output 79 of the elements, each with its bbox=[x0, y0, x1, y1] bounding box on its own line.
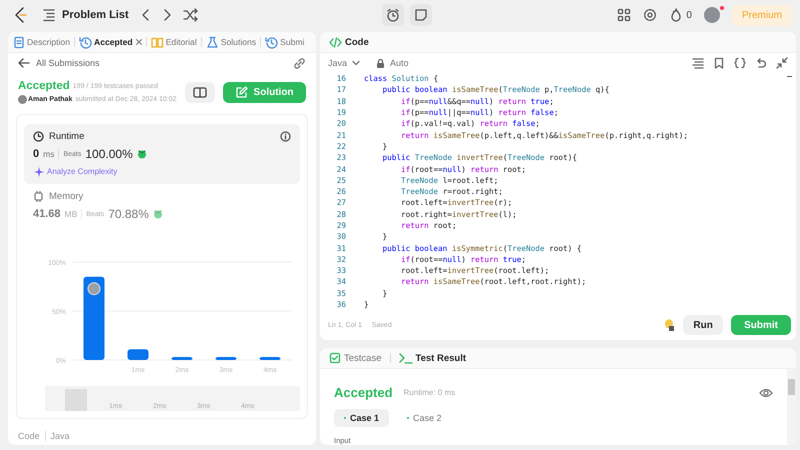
tab[interactable]: Testcase bbox=[327, 350, 384, 366]
chevron-down-icon bbox=[351, 58, 362, 68]
metric-unit: ms bbox=[43, 149, 54, 159]
flask-icon bbox=[206, 36, 219, 48]
avatar bbox=[88, 282, 100, 296]
medal-icon bbox=[152, 209, 163, 219]
avatar bbox=[18, 95, 27, 104]
tab[interactable]: Solutions bbox=[204, 34, 258, 50]
bookmark-icon[interactable] bbox=[713, 57, 725, 69]
scrollbar[interactable] bbox=[787, 369, 796, 445]
medal-icon bbox=[136, 149, 147, 159]
arrow-left-icon bbox=[18, 57, 30, 69]
tab[interactable]: Description bbox=[12, 34, 71, 50]
auto-mode-button[interactable]: Auto bbox=[375, 58, 409, 68]
metric-title: Runtime bbox=[49, 131, 84, 142]
history-icon bbox=[79, 36, 92, 48]
solution-button[interactable]: Solution bbox=[222, 82, 306, 102]
beats-value: 70.88% bbox=[108, 207, 149, 221]
link-icon[interactable] bbox=[293, 56, 306, 70]
book-button[interactable] bbox=[184, 82, 215, 102]
book-icon bbox=[150, 36, 164, 48]
metric-value: 41.68 bbox=[33, 208, 61, 220]
lock-icon bbox=[375, 58, 386, 68]
code-icon bbox=[329, 36, 342, 48]
case-tab[interactable]: Case 2 bbox=[397, 409, 452, 427]
book-icon bbox=[192, 86, 207, 98]
status-text: Accepted bbox=[334, 385, 393, 400]
clock-icon bbox=[33, 131, 44, 142]
problem-list-button[interactable]: Problem List bbox=[42, 7, 129, 23]
edit-icon bbox=[234, 86, 248, 98]
submit-button[interactable]: Submit bbox=[731, 315, 791, 336]
metric-unit: MB bbox=[64, 209, 78, 219]
braces-icon[interactable] bbox=[734, 57, 746, 69]
document-icon bbox=[13, 36, 25, 48]
tab[interactable]: Code bbox=[327, 34, 371, 50]
settings-icon[interactable] bbox=[643, 8, 658, 22]
history-icon bbox=[265, 36, 278, 48]
alarm-clock-icon bbox=[386, 8, 400, 22]
runtime-text: Runtime: 0 ms bbox=[404, 388, 456, 397]
avatar[interactable] bbox=[704, 7, 720, 23]
sparkle-icon bbox=[33, 166, 44, 177]
analyze-complexity-link[interactable]: Analyze Complexity bbox=[33, 166, 291, 177]
info-icon[interactable] bbox=[280, 131, 291, 142]
bar[interactable] bbox=[216, 357, 236, 360]
note-icon bbox=[414, 8, 428, 22]
tab[interactable]: Submi bbox=[264, 34, 306, 50]
list-icon bbox=[42, 7, 56, 23]
collapse-icon[interactable] bbox=[776, 57, 788, 69]
streak-count: 0 bbox=[686, 10, 692, 20]
run-button[interactable]: Run bbox=[683, 315, 724, 336]
eye-icon[interactable] bbox=[759, 386, 773, 398]
lightbulb-icon[interactable] bbox=[663, 319, 676, 332]
language-label: Java bbox=[50, 431, 70, 441]
language-dropdown[interactable]: Java bbox=[328, 58, 362, 68]
tab[interactable]: Accepted bbox=[78, 34, 134, 50]
alarm-clock-button[interactable] bbox=[382, 4, 404, 26]
format-icon[interactable] bbox=[692, 57, 704, 69]
grid-icon[interactable] bbox=[617, 8, 632, 22]
bar[interactable] bbox=[128, 349, 148, 360]
bar[interactable] bbox=[84, 276, 104, 360]
status-text: Accepted bbox=[18, 80, 70, 92]
beats-value: 100.00% bbox=[85, 147, 133, 161]
case-tab[interactable]: Case 1 bbox=[334, 409, 390, 427]
terminal-icon bbox=[398, 352, 412, 364]
tab[interactable]: Editorial bbox=[150, 34, 198, 50]
metric-value: 0 bbox=[33, 148, 40, 160]
close-icon[interactable] bbox=[134, 38, 143, 46]
back-link[interactable]: All Submissions bbox=[18, 57, 100, 69]
metric-title: Memory bbox=[49, 191, 84, 202]
bar[interactable] bbox=[172, 357, 192, 360]
tab[interactable]: Test Result bbox=[396, 350, 468, 366]
shuffle-icon[interactable] bbox=[182, 7, 198, 23]
chip-icon bbox=[33, 191, 44, 202]
flame-icon[interactable] bbox=[669, 8, 684, 22]
section-label: Code bbox=[18, 431, 40, 441]
note-button[interactable] bbox=[410, 4, 432, 26]
bar[interactable] bbox=[260, 357, 280, 360]
undo-icon[interactable] bbox=[755, 57, 767, 69]
checkbox-icon bbox=[329, 352, 341, 364]
